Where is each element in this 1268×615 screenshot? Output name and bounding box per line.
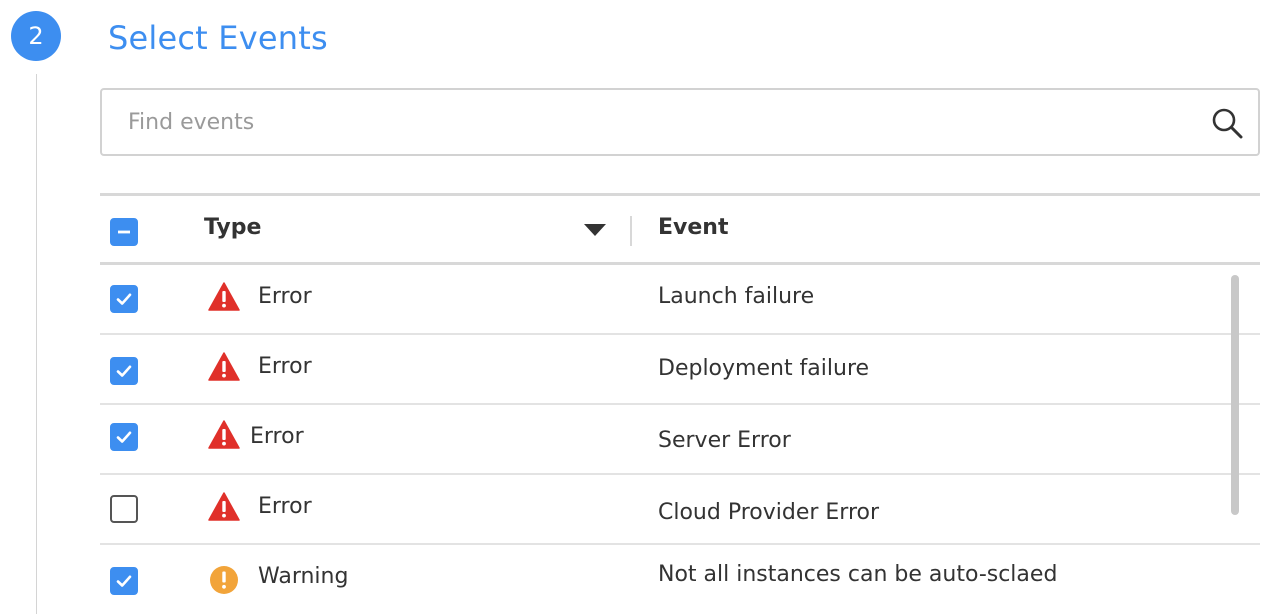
table-row[interactable]: Warning Not all instances can be auto-sc… — [100, 545, 1260, 615]
column-divider[interactable] — [630, 216, 632, 246]
table-header: Type Event — [100, 196, 1260, 262]
search-box[interactable] — [100, 88, 1260, 156]
select-all-checkbox[interactable] — [110, 218, 138, 246]
column-header-event[interactable]: Event — [658, 215, 728, 240]
row-event-label: Cloud Provider Error — [658, 500, 880, 525]
error-triangle-icon — [208, 492, 240, 521]
row-checkbox[interactable] — [110, 285, 138, 313]
table-row[interactable]: Error Server Error — [100, 405, 1260, 475]
minus-icon — [118, 230, 130, 234]
events-table-body: Error Launch failure Error Deployment fa… — [100, 265, 1260, 612]
table-row[interactable]: Error Launch failure — [100, 265, 1260, 335]
row-type-label: Error — [258, 284, 312, 309]
row-type-label: Error — [258, 494, 312, 519]
row-checkbox[interactable] — [110, 567, 138, 595]
row-checkbox[interactable] — [110, 495, 138, 523]
warning-circle-icon — [210, 566, 238, 594]
search-input[interactable] — [128, 90, 1168, 154]
step-connector-line — [36, 74, 37, 614]
row-event-label: Deployment failure — [658, 356, 870, 381]
row-type-label: Error — [258, 354, 312, 379]
checkmark-icon — [116, 575, 132, 587]
row-checkbox[interactable] — [110, 423, 138, 451]
section-title: Select Events — [108, 19, 328, 57]
table-row[interactable]: Error Deployment failure — [100, 335, 1260, 405]
error-triangle-icon — [208, 352, 240, 381]
caret-down-icon[interactable] — [584, 224, 606, 236]
error-triangle-icon — [208, 282, 240, 311]
row-type-label: Warning — [258, 564, 349, 589]
search-icon[interactable] — [1210, 106, 1244, 140]
row-event-label: Server Error — [658, 428, 791, 453]
row-event-label: Launch failure — [658, 284, 815, 309]
error-triangle-icon — [208, 420, 240, 449]
table-row[interactable]: Error Cloud Provider Error — [100, 475, 1260, 545]
row-event-label: Not all instances can be auto-sclaed — [658, 562, 1058, 587]
table-scrollbar[interactable] — [1231, 275, 1239, 515]
column-header-type[interactable]: Type — [204, 215, 261, 240]
row-checkbox[interactable] — [110, 357, 138, 385]
row-type-label: Error — [250, 424, 304, 449]
step-number-badge: 2 — [11, 11, 61, 61]
checkmark-icon — [116, 365, 132, 377]
checkmark-icon — [116, 293, 132, 305]
checkmark-icon — [116, 431, 132, 443]
